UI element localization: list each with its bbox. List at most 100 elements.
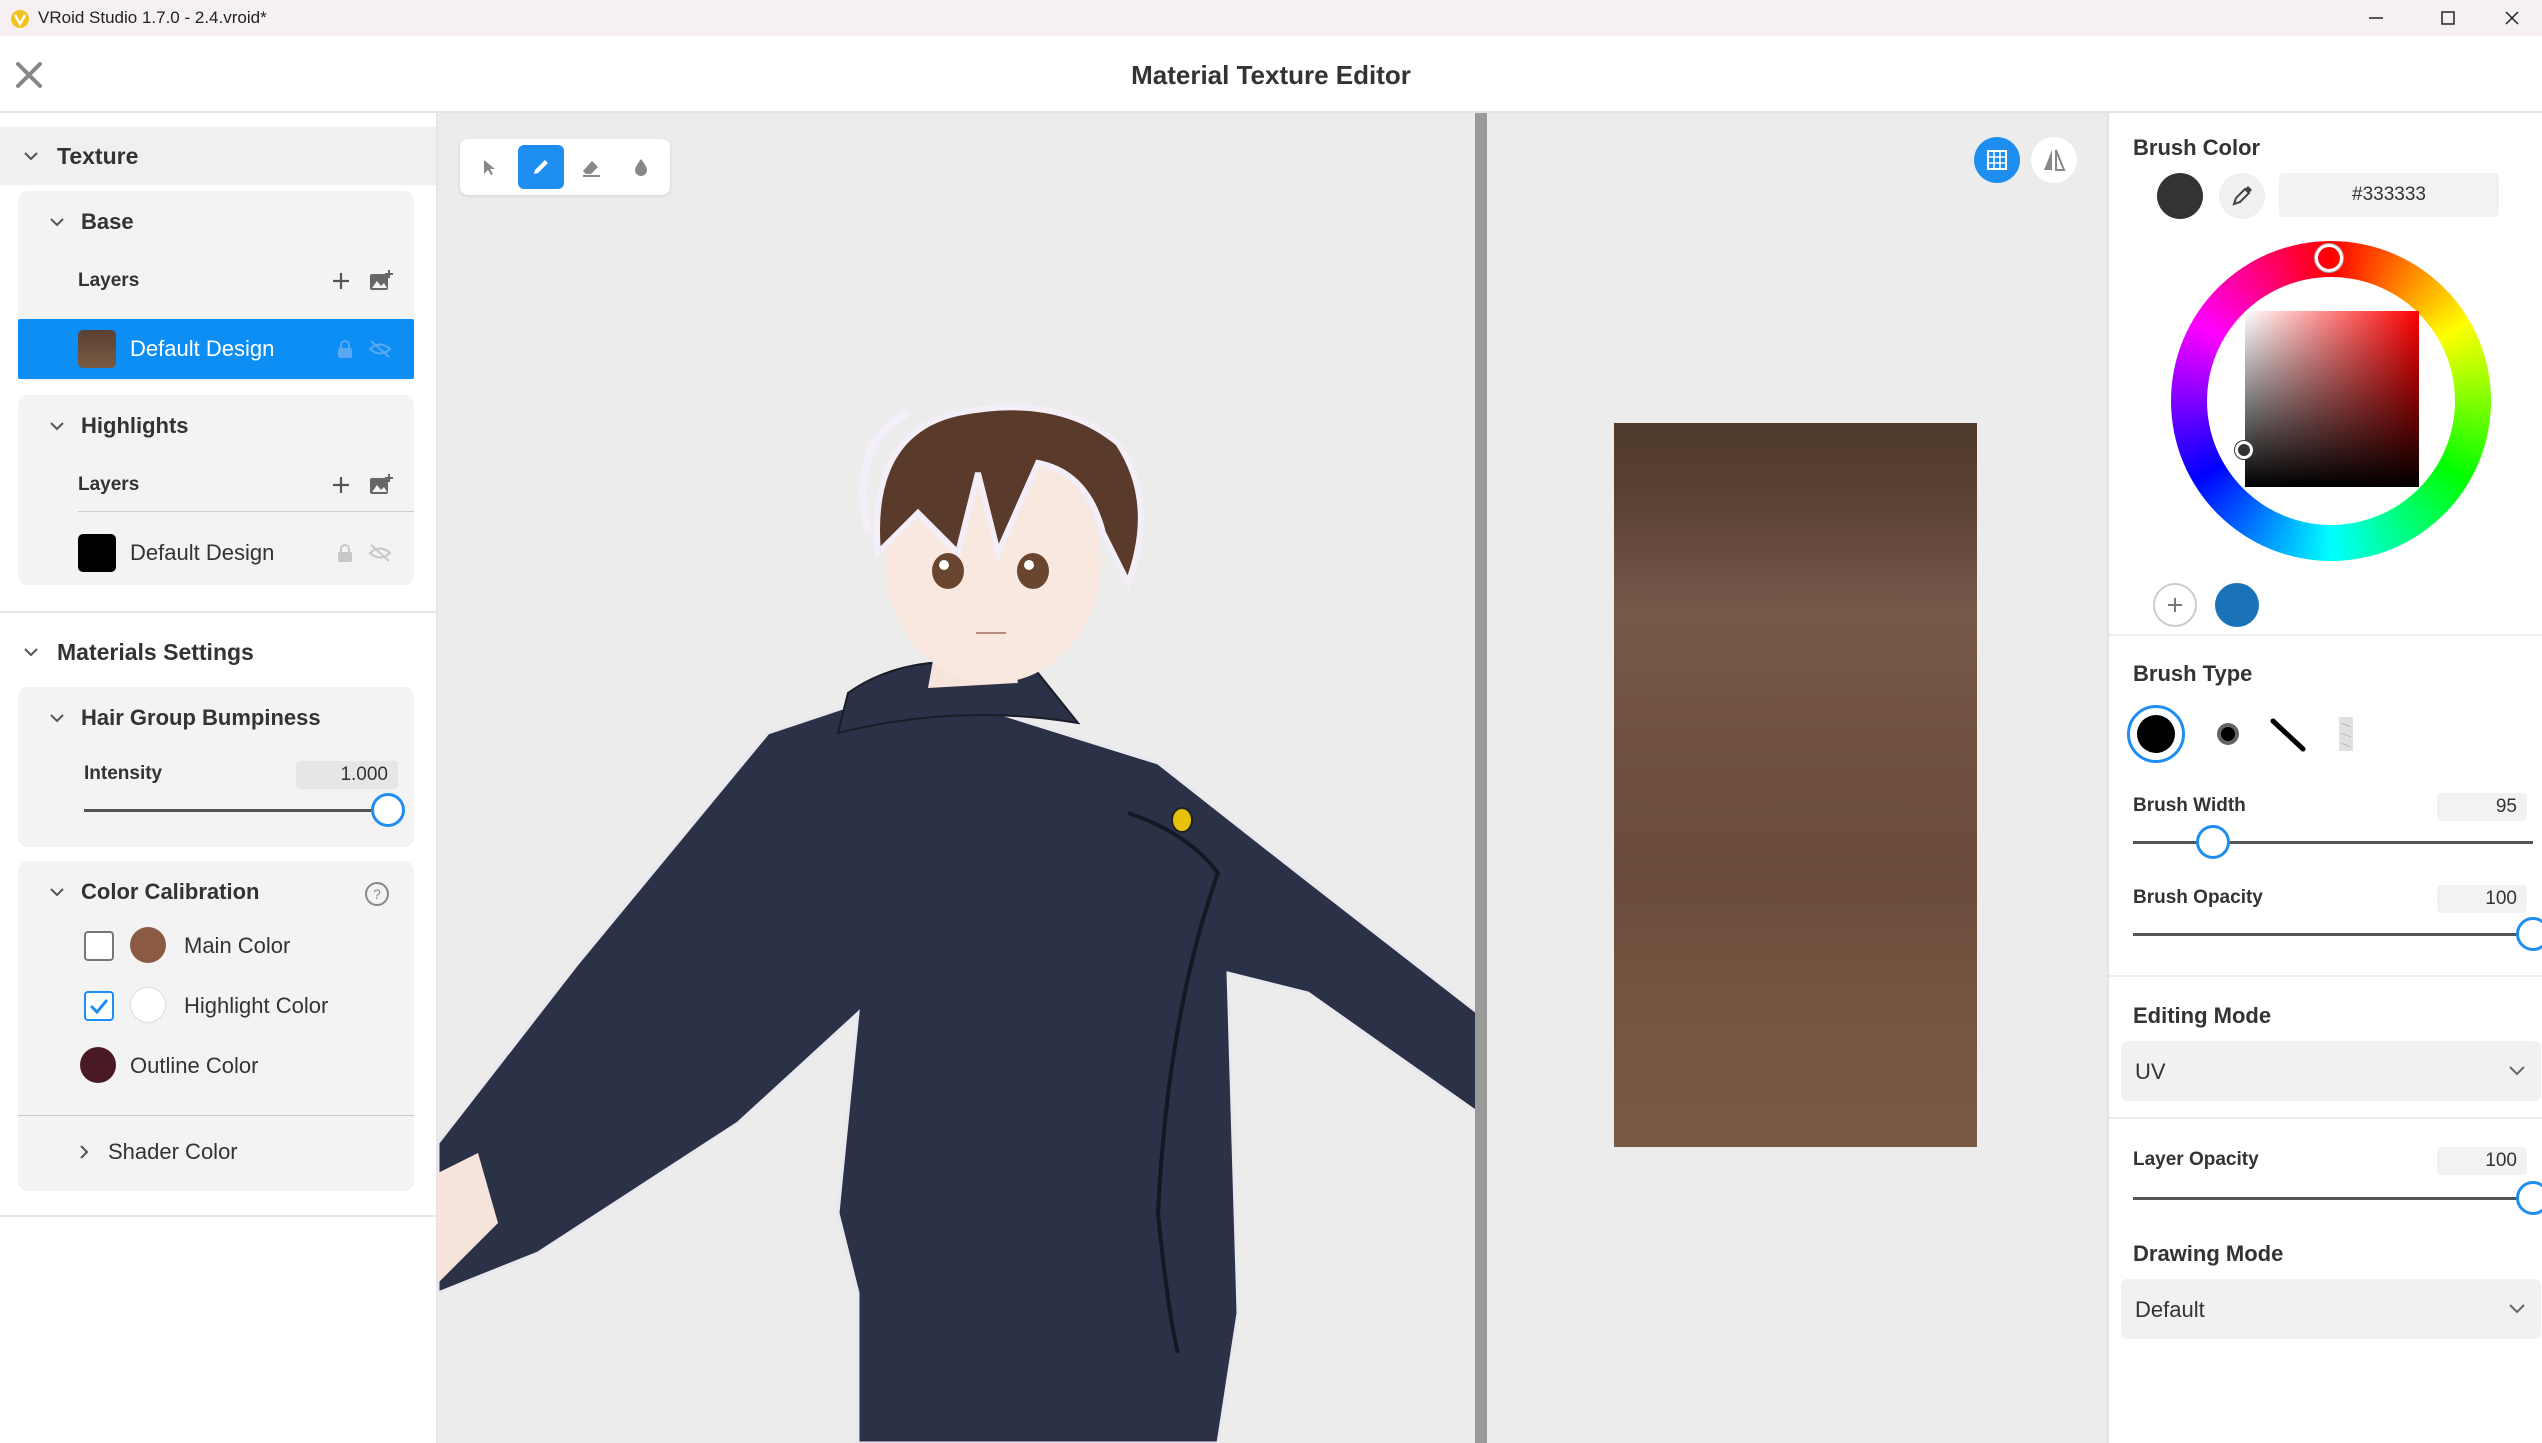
close-window-button[interactable] [2478, 0, 2542, 36]
lock-icon[interactable] [334, 542, 356, 564]
svg-text:?: ? [373, 886, 381, 902]
hue-handle[interactable] [2315, 244, 2343, 272]
hex-input[interactable]: #333333 [2279, 173, 2499, 217]
visibility-off-icon[interactable] [368, 542, 392, 564]
add-layer-icon[interactable] [328, 472, 354, 498]
checkmark-icon [89, 999, 109, 1015]
texture-preview[interactable] [1614, 423, 1977, 1147]
main-color-swatch[interactable] [130, 927, 166, 963]
brush-opacity-knob[interactable] [2516, 917, 2542, 951]
texture-section-header[interactable]: Texture [0, 127, 436, 185]
pane-splitter[interactable] [1475, 113, 1487, 1443]
add-image-layer-icon[interactable] [368, 472, 394, 498]
editing-mode-dropdown[interactable]: UV [2121, 1041, 2541, 1101]
drop-icon [635, 159, 647, 176]
3d-viewport[interactable] [438, 113, 1478, 1443]
right-panel: Brush Color #333333 Brush Type Brush Wid… [2107, 113, 2542, 1443]
brush-opacity-track[interactable] [2133, 933, 2533, 936]
hard-brush-button[interactable] [2127, 705, 2185, 763]
layer-opacity-label: Layer Opacity [2133, 1149, 2259, 1170]
brush-width-knob[interactable] [2196, 825, 2230, 859]
layer-opacity-knob[interactable] [2516, 1181, 2542, 1215]
uv-grid-toggle[interactable] [1974, 137, 2020, 183]
brush-color-title: Brush Color [2133, 135, 2261, 160]
highlights-layer-row[interactable]: Default Design [18, 523, 414, 583]
layer-opacity-track[interactable] [2133, 1197, 2533, 1200]
color-handle[interactable] [2235, 441, 2253, 459]
layer-thumbnail [78, 534, 116, 572]
divider [0, 611, 436, 613]
divider [2109, 634, 2542, 636]
hair-bumpiness-title: Hair Group Bumpiness [81, 705, 321, 730]
outline-color-swatch[interactable] [80, 1047, 116, 1083]
base-layers-label: Layers [78, 270, 140, 291]
texture-brush-icon [2339, 717, 2353, 751]
highlight-color-swatch[interactable] [130, 987, 166, 1023]
hard-brush-icon [2137, 715, 2175, 753]
divider [0, 1215, 436, 1217]
add-image-layer-icon[interactable] [368, 268, 394, 294]
highlight-color-checkbox[interactable] [84, 991, 114, 1021]
editor-header: Material Texture Editor [0, 36, 2542, 113]
tool-palette [460, 139, 670, 195]
maximize-button[interactable] [2414, 0, 2482, 36]
intensity-value[interactable]: 1.000 [296, 761, 398, 789]
divider [78, 511, 414, 512]
fill-tool[interactable] [618, 145, 664, 189]
saved-color-swatch[interactable] [2215, 583, 2259, 627]
chevron-down-icon[interactable] [48, 883, 66, 901]
add-color-button[interactable] [2153, 583, 2197, 627]
help-icon[interactable]: ? [364, 881, 390, 907]
pen-tool[interactable] [518, 145, 564, 189]
line-brush-button[interactable] [2267, 713, 2309, 755]
minimize-button[interactable] [2342, 0, 2410, 36]
shader-color-label: Shader Color [108, 1139, 238, 1164]
brush-opacity-value[interactable]: 100 [2437, 885, 2527, 913]
drawing-mode-dropdown[interactable]: Default [2121, 1279, 2541, 1339]
mirror-toggle[interactable] [2031, 137, 2077, 183]
color-calibration-card: Color Calibration ? Main Color Highlight… [18, 861, 414, 1191]
title-bar: VRoid Studio 1.7.0 - 2.4.vroid* [0, 0, 2542, 36]
layer-opacity-value[interactable]: 100 [2437, 1147, 2527, 1175]
lock-icon[interactable] [334, 338, 356, 360]
intensity-slider-track[interactable] [84, 809, 388, 812]
editing-mode-title: Editing Mode [2133, 1003, 2272, 1028]
saturation-value-square[interactable] [2245, 311, 2419, 487]
eyedropper-button[interactable] [2219, 173, 2265, 219]
hair-bumpiness-card: Hair Group Bumpiness Intensity 1.000 [18, 687, 414, 847]
base-title: Base [81, 209, 134, 234]
cursor-icon [484, 160, 495, 175]
left-panel: Texture Base Layers Default Design Highl… [0, 113, 438, 1443]
line-brush-icon [2270, 718, 2306, 752]
main-color-checkbox[interactable] [84, 931, 114, 961]
highlight-color-label: Highlight Color [184, 993, 329, 1018]
maximize-icon [2441, 11, 2455, 25]
add-layer-icon[interactable] [328, 268, 354, 294]
current-color-swatch[interactable] [2157, 173, 2203, 219]
materials-section-header[interactable]: Materials Settings [0, 623, 436, 681]
divider [18, 1115, 414, 1116]
texture-section-label: Texture [57, 143, 139, 169]
texture-brush-button[interactable] [2325, 713, 2367, 755]
window-title: VRoid Studio 1.7.0 - 2.4.vroid* [38, 8, 267, 27]
chevron-down-icon[interactable] [48, 213, 66, 231]
uv-texture-pane[interactable] [1487, 113, 2107, 1443]
base-layer-row[interactable]: Default Design [18, 319, 414, 379]
outline-color-label: Outline Color [130, 1053, 259, 1078]
brush-width-track[interactable] [2133, 841, 2533, 844]
intensity-slider-knob[interactable] [371, 793, 405, 827]
materials-section-label: Materials Settings [57, 639, 254, 665]
chevron-down-icon[interactable] [48, 709, 66, 727]
eraser-icon [583, 161, 600, 177]
grid-icon [1987, 150, 2007, 170]
soft-brush-icon [2217, 723, 2239, 745]
shader-color-row[interactable]: Shader Color [18, 1117, 414, 1191]
chevron-down-icon [24, 152, 38, 161]
soft-brush-button[interactable] [2207, 713, 2249, 755]
visibility-off-icon[interactable] [368, 338, 392, 360]
chevron-down-icon[interactable] [48, 417, 66, 435]
eraser-tool[interactable] [568, 145, 614, 189]
select-tool[interactable] [466, 145, 512, 189]
minimize-icon [2369, 17, 2383, 19]
brush-width-value[interactable]: 95 [2437, 793, 2527, 821]
